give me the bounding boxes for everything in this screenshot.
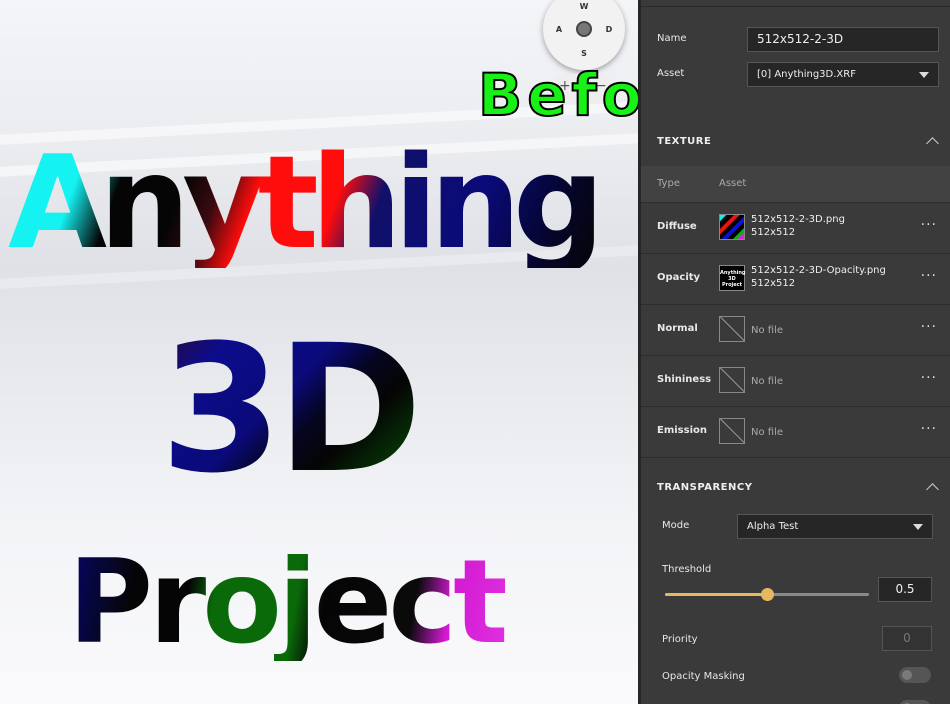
compass-key-d[interactable]: D	[603, 25, 615, 34]
more-options-icon[interactable]: ···	[921, 370, 937, 386]
texture-type: Opacity	[657, 272, 701, 283]
panel-top-edge	[641, 0, 950, 7]
threshold-label: Threshold	[662, 564, 712, 575]
chevron-down-icon	[919, 72, 929, 78]
more-options-icon[interactable]: ···	[921, 421, 937, 437]
column-asset: Asset	[719, 178, 747, 189]
texture-file: 512x512-2-3D.png 512x512	[751, 213, 845, 239]
threshold-input[interactable]: 0.5	[878, 577, 932, 602]
model-text-anything: Anything	[8, 129, 605, 278]
compass-key-s[interactable]: S	[578, 49, 590, 58]
texture-file-name: No file	[751, 427, 784, 438]
next-toggle[interactable]	[899, 700, 931, 704]
texture-file-name: No file	[751, 376, 784, 387]
texture-row-shininess[interactable]: Shininess No file ···	[641, 355, 950, 406]
texture-type: Emission	[657, 425, 707, 436]
chevron-down-icon	[913, 524, 923, 530]
priority-input[interactable]: 0	[882, 626, 932, 651]
more-options-icon[interactable]: ···	[921, 319, 937, 335]
texture-row-normal[interactable]: Normal No file ···	[641, 304, 950, 355]
compass-center-icon[interactable]	[576, 21, 592, 37]
asset-select-value: [0] Anything3D.XRF	[757, 69, 856, 80]
texture-row-emission[interactable]: Emission No file ···	[641, 406, 950, 458]
chevron-up-icon[interactable]	[926, 137, 939, 150]
properties-panel: Name 512x512-2-3D Asset [0] Anything3D.X…	[638, 0, 950, 704]
compass-key-a[interactable]: A	[553, 25, 565, 34]
asset-select[interactable]: [0] Anything3D.XRF	[747, 62, 939, 87]
texture-file-name: No file	[751, 325, 784, 336]
texture-file-size: 512x512	[751, 278, 796, 289]
threshold-slider-handle[interactable]	[761, 588, 774, 601]
opacity-masking-toggle[interactable]	[899, 667, 931, 683]
texture-file-name: 512x512-2-3D-Opacity.png	[751, 265, 886, 276]
texture-type: Shininess	[657, 374, 712, 385]
model-text-project: Project	[68, 535, 509, 670]
diffuse-thumbnail[interactable]	[719, 214, 745, 240]
texture-table-header: Type Asset	[641, 166, 950, 202]
name-input[interactable]: 512x512-2-3D	[747, 27, 939, 52]
empty-thumbnail-icon[interactable]	[719, 418, 745, 444]
opacity-thumbnail[interactable]: Anything 3D Project	[719, 265, 746, 291]
texture-section-title: TEXTURE	[657, 136, 712, 147]
model-text-3d: 3D	[160, 307, 423, 512]
texture-type: Normal	[657, 323, 698, 334]
empty-thumbnail-icon[interactable]	[719, 367, 745, 393]
mode-select[interactable]: Alpha Test	[737, 514, 933, 539]
mode-label: Mode	[662, 520, 690, 531]
priority-label: Priority	[662, 634, 698, 645]
texture-section-header[interactable]: TEXTURE	[641, 116, 950, 166]
transparency-section-title: TRANSPARENCY	[657, 482, 753, 493]
mode-select-value: Alpha Test	[747, 521, 799, 532]
opacity-masking-label: Opacity Masking	[662, 671, 745, 682]
name-label: Name	[657, 33, 687, 44]
asset-label: Asset	[657, 68, 685, 79]
texture-type: Diffuse	[657, 221, 697, 232]
empty-thumbnail-icon[interactable]	[719, 316, 745, 342]
texture-file-name: 512x512-2-3D.png	[751, 214, 845, 225]
texture-row-diffuse[interactable]: Diffuse 512x512-2-3D.png 512x512 ···	[641, 202, 950, 253]
compass-key-w[interactable]: W	[578, 2, 590, 11]
column-type: Type	[657, 178, 680, 189]
threshold-slider[interactable]	[665, 588, 869, 601]
opacity-thumbnail-text: Project	[721, 282, 743, 288]
chevron-up-icon[interactable]	[926, 483, 939, 496]
threshold-slider-fill	[665, 593, 767, 596]
more-options-icon[interactable]: ···	[921, 268, 937, 284]
transparency-section-header[interactable]: TRANSPARENCY	[641, 462, 950, 510]
texture-file: 512x512-2-3D-Opacity.png 512x512	[751, 264, 886, 290]
navigation-compass[interactable]: W A D S	[543, 0, 625, 70]
texture-file-size: 512x512	[751, 227, 796, 238]
texture-row-opacity[interactable]: Opacity Anything 3D Project 512x512-2-3D…	[641, 253, 950, 304]
more-options-icon[interactable]: ···	[921, 217, 937, 233]
